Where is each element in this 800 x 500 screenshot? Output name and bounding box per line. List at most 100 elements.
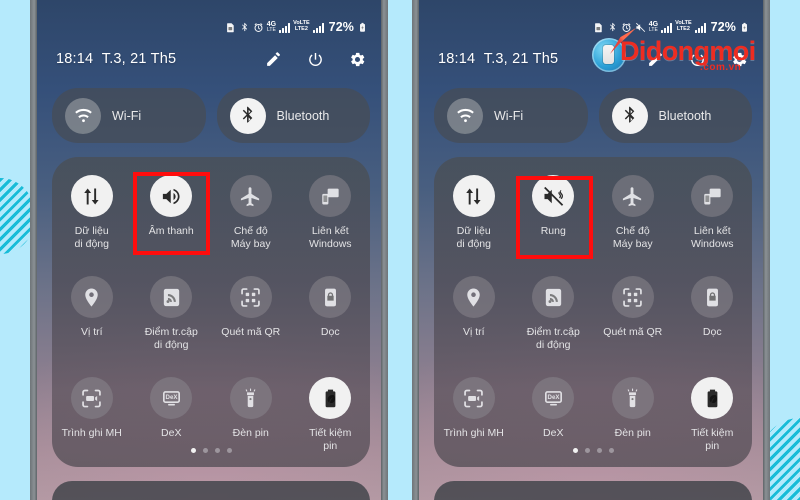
bluetooth-icon [239,22,250,33]
quick-tile-dex[interactable]: DeX DeX [132,377,212,452]
rotation-lock-icon [309,276,352,318]
battery-icon [357,22,368,33]
page-dot[interactable] [190,448,196,453]
quick-tile-label: DeX [543,427,564,439]
screenshot-stage: 4G LTE VoLTE LTE2 72% 18:14 T.3, 21 Th5 Wi-Fi B… [0,0,800,500]
hotspot-icon [150,276,193,318]
quick-tile-mobile-data[interactable]: Dữ liệu di động [434,175,514,250]
quick-tile-rotation-lock[interactable]: Dọc [291,276,371,351]
quick-tile-label: Đèn pin [614,427,651,439]
watermark-domain-text: .com.vn [700,62,742,73]
quick-settings-row: Dữ liệu di động Âm thanh Chế độ Máy bay Liên … [52,175,370,250]
phone-bezel-left [412,0,419,500]
wifi-icon [65,97,101,134]
quick-tile-label: Dọc [320,326,340,338]
quick-tile-airplane[interactable]: Chế độ Máy bay [211,175,291,250]
quick-tile-screen-recorder[interactable]: Trình ghi MH [52,377,132,452]
quick-tile-airplane[interactable]: Chế độ Máy bay [593,175,673,250]
network-type-sub: LTE [266,27,276,33]
quick-tile-hotspot[interactable]: Điểm tr.cập di động [514,276,594,351]
airplane-icon [229,175,272,217]
quick-tile-screen-recorder[interactable]: Trình ghi MH [434,377,514,452]
dex-icon: DeX [532,377,575,419]
link-to-windows-icon [309,175,352,217]
screen-recorder-icon [70,377,113,419]
location-pin-icon [452,276,495,318]
battery-percent-label: 72% [328,20,354,34]
signal-bars-icon [279,22,291,33]
toggle-label: Wi-Fi [494,108,524,123]
toggle-bluetooth[interactable]: Bluetooth [598,88,752,143]
link-to-windows-icon [691,175,734,217]
quick-tile-power-saving[interactable]: Tiết kiệm pin [291,377,371,452]
phone-bezel-right [763,0,770,500]
quick-settings-grid: Dữ liệu di động Rung Chế độ Máy bay Liên kết W… [434,157,752,467]
quick-tile-power-saving[interactable]: Tiết kiệm pin [673,377,753,452]
phone-bezel-left [30,0,37,500]
page-indicator [434,448,752,453]
quick-tile-location-pin[interactable]: Vị trí [434,276,514,351]
gear-icon[interactable] [348,50,366,68]
highlight-box-vibrate [516,176,593,259]
svg-text:DeX: DeX [547,394,560,401]
screen-recorder-icon [452,377,495,419]
quick-tile-label: Dữ liệu di động [456,225,491,250]
header-actions [264,50,366,68]
quick-tile-rotation-lock[interactable]: Dọc [673,276,753,351]
toggle-bluetooth[interactable]: Bluetooth [216,88,370,143]
page-dot[interactable] [214,448,220,453]
quick-tile-label: Trình ghi MH [443,427,504,439]
quick-tile-flashlight[interactable]: Đèn pin [211,377,291,452]
power-saving-icon [691,377,734,419]
quick-tile-label: Liên kết Windows [308,225,352,250]
quick-tile-label: Vị trí [80,326,103,338]
location-pin-icon [70,276,113,318]
bluetooth-icon [611,97,648,134]
volte-icon: VoLTE LTE2 [293,20,310,32]
quick-tile-link-to-windows[interactable]: Liên kết Windows [291,175,371,250]
network-type-icon: 4G LTE [267,21,276,33]
quick-tile-qr-scan[interactable]: Quét mã QR [593,276,673,351]
page-dot[interactable] [584,448,590,453]
page-dot[interactable] [572,448,578,453]
toggle-label: Bluetooth [276,108,330,123]
signal-bars-icon [312,22,324,33]
clock-datetime: 18:14 T.3, 21 Th5 [438,51,559,67]
quick-tile-label: Quét mã QR [603,326,663,338]
svg-text:DeX: DeX [165,394,178,401]
page-dot[interactable] [226,448,232,453]
quick-tile-qr-scan[interactable]: Quét mã QR [211,276,291,351]
mobile-data-icon [70,175,113,217]
toggle-wi-fi[interactable]: Wi-Fi [52,88,206,143]
quick-tile-label: Liên kết Windows [690,225,734,250]
flashlight-icon [611,377,654,419]
toggle-label: Wi-Fi [112,108,142,123]
quick-settings-row: Vị trí Điểm tr.cập di động Quét mã QR Dọc [434,276,752,351]
quick-tile-label: Dữ liệu di động [74,225,109,250]
page-dot[interactable] [608,448,614,453]
toggle-wi-fi[interactable]: Wi-Fi [434,88,588,143]
quick-tile-hotspot[interactable]: Điểm tr.cập di động [132,276,212,351]
page-dot[interactable] [596,448,602,453]
airplane-icon [611,175,654,217]
toggle-label: Bluetooth [658,108,712,123]
quick-tile-flashlight[interactable]: Đèn pin [593,377,673,452]
qr-scan-icon [229,276,272,318]
mobile-data-icon [452,175,495,217]
highlight-box-sound [133,172,210,255]
quick-tile-label: Điểm tr.cập di động [526,326,580,351]
quick-settings-row: Vị trí Điểm tr.cập di động Quét mã QR Dọc [52,276,370,351]
qr-scan-icon [611,276,654,318]
quick-tile-location-pin[interactable]: Vị trí [52,276,132,351]
pencil-icon[interactable] [264,50,282,68]
page-dot[interactable] [202,448,208,453]
next-panel-peek [434,481,752,500]
rotation-lock-icon [691,276,734,318]
quick-tile-label: Dọc [702,326,722,338]
power-icon[interactable] [306,50,324,68]
quick-tile-dex[interactable]: DeX DeX [514,377,594,452]
bluetooth-icon [229,97,266,134]
quick-tile-link-to-windows[interactable]: Liên kết Windows [673,175,753,250]
quick-tile-label: DeX [161,427,182,439]
quick-tile-mobile-data[interactable]: Dữ liệu di động [52,175,132,250]
